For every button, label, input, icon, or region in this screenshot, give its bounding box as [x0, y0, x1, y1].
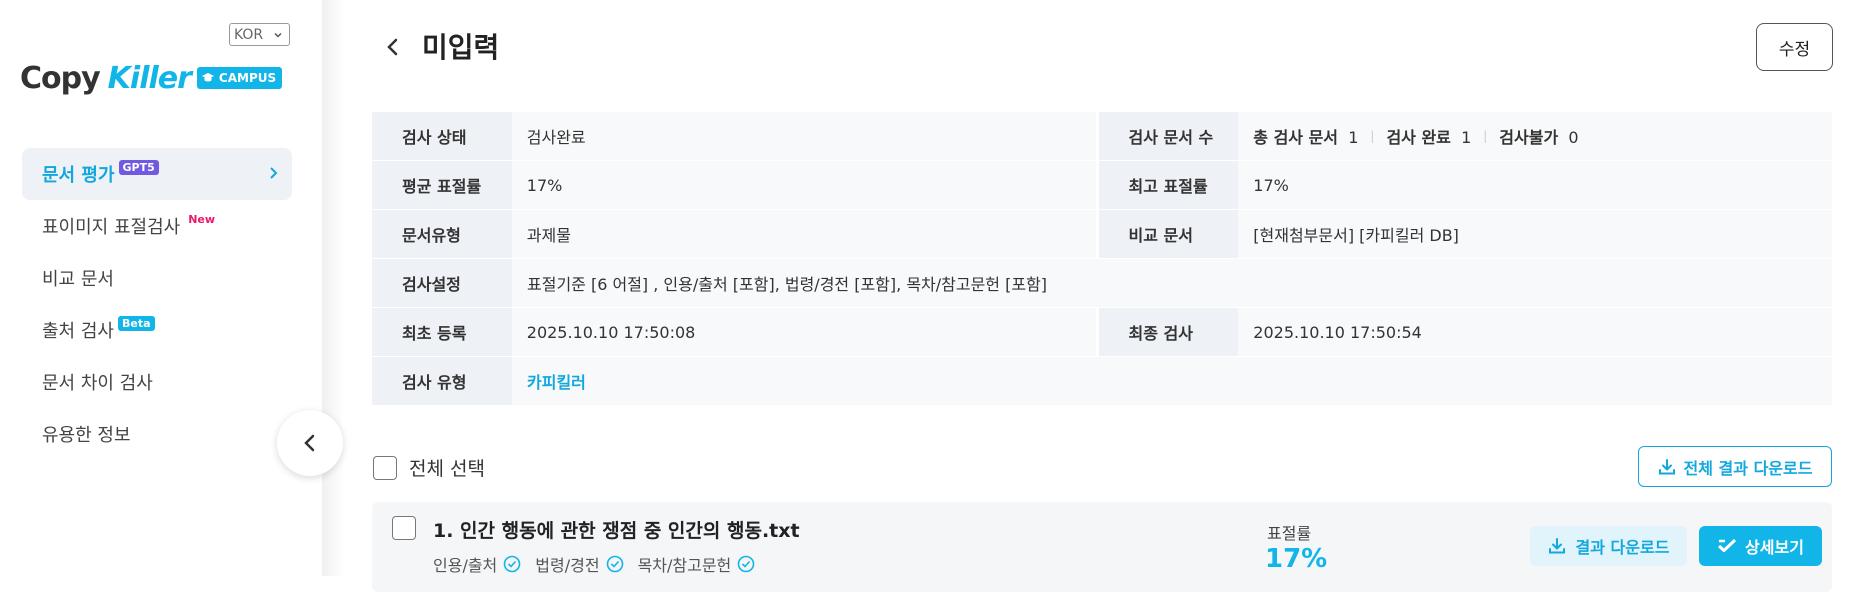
sidebar-item-document-evaluation[interactable]: 문서 평가 GPT5: [22, 148, 292, 200]
language-value: KOR: [234, 26, 264, 43]
doc-count-value: 총 검사 문서 1 | 검사 완료 1 | 검사불가 0: [1238, 112, 1833, 160]
language-select[interactable]: KOR: [229, 23, 290, 46]
check-info-table: 검사 상태 검사완료 검사 문서 수 총 검사 문서 1 | 검사 완료 1 |…: [372, 112, 1833, 406]
compare-docs-value: [현재첨부문서] [카피킬러 DB]: [1238, 210, 1833, 258]
back-button[interactable]: [378, 32, 408, 62]
status-label: 검사 상태: [372, 112, 512, 160]
sidebar-item-document-diff[interactable]: 문서 차이 검사: [22, 356, 292, 408]
check-type-label: 검사 유형: [372, 357, 512, 405]
sidebar: KOR Copy Killer CAMPUS 문서 평가 GPT5 표이미지 표…: [0, 0, 322, 576]
doc-type-value: 과제물: [511, 210, 1096, 258]
sidebar-item-label: 비교 문서: [42, 269, 114, 290]
info-row: 검사 상태 검사완료 검사 문서 수 총 검사 문서 1 | 검사 완료 1 |…: [372, 112, 1833, 161]
select-all-control[interactable]: 전체 선택: [373, 454, 485, 481]
info-row: 검사 유형 카피킬러: [372, 357, 1832, 406]
edit-button[interactable]: 수정: [1756, 23, 1833, 71]
new-badge: New: [188, 212, 216, 226]
first-registered-value: 2025.10.10 17:50:08: [511, 308, 1096, 356]
select-all-label: 전체 선택: [409, 458, 485, 480]
checkmark-icon: [1718, 538, 1737, 552]
check-type-value: 카피킬러: [512, 357, 1832, 405]
status-value: 검사완료: [511, 112, 1096, 160]
check-circle-icon: [737, 555, 755, 573]
logo-campus-badge: CAMPUS: [196, 67, 283, 89]
last-checked-value: 2025.10.10 17:50:54: [1238, 308, 1833, 356]
plagiarism-rate-label: 표절률: [1267, 524, 1312, 543]
last-checked-label: 최종 검사: [1098, 308, 1239, 356]
info-row: 평균 표절률 17% 최고 표절률 17%: [372, 161, 1833, 210]
download-all-label: 전체 결과 다운로드: [1683, 458, 1813, 478]
compare-docs-label: 비교 문서: [1098, 210, 1239, 258]
chevron-down-icon: [273, 28, 283, 44]
collapse-sidebar-button[interactable]: [277, 410, 343, 476]
view-details-label: 상세보기: [1745, 538, 1804, 557]
page-title: 미입력: [422, 31, 500, 64]
sidebar-nav: 문서 평가 GPT5 표이미지 표절검사 New 비교 문서 출처 검사 Bet…: [22, 148, 292, 460]
graduation-cap-icon: [201, 73, 214, 82]
document-tags: 인용/출처 법령/경전 목차/참고문헌: [433, 552, 755, 576]
download-result-label: 결과 다운로드: [1575, 538, 1670, 557]
sidebar-item-table-image-check[interactable]: 표이미지 표절검사 New: [22, 200, 292, 252]
failed-docs-label: 검사불가: [1499, 128, 1559, 147]
sidebar-item-label: 문서 평가: [42, 165, 115, 186]
check-circle-icon: [606, 555, 623, 573]
info-row: 문서유형 과제물 비교 문서 [현재첨부문서] [카피킬러 DB]: [372, 210, 1833, 259]
document-title[interactable]: 1. 인간 행동에 관한 쟁점 중 인간의 행동.txt: [433, 516, 800, 543]
beta-badge: Beta: [117, 315, 155, 331]
avg-rate-label: 평균 표절률: [372, 161, 512, 209]
copykiller-logo[interactable]: Copy Killer CAMPUS: [20, 58, 283, 98]
tag-law: 법령/경전: [535, 552, 623, 576]
select-all-checkbox[interactable]: [373, 455, 397, 480]
chevron-left-icon: [387, 38, 398, 56]
download-icon: [1658, 458, 1675, 474]
document-card: 1. 인간 행동에 관한 쟁점 중 인간의 행동.txt 인용/출처 법령/경전…: [372, 502, 1832, 592]
logo-killer-text: Killer: [107, 60, 192, 96]
sidebar-divider: [322, 0, 344, 576]
sidebar-item-label: 유용한 정보: [42, 425, 131, 446]
max-rate-label: 최고 표절률: [1098, 161, 1239, 209]
check-settings-value: 표절기준 [6 어절] , 인용/출처 [포함], 법령/경전 [포함], 목차…: [512, 259, 1832, 307]
total-docs-value: 1: [1348, 128, 1359, 147]
first-registered-label: 최초 등록: [372, 308, 512, 356]
completed-docs-label: 검사 완료: [1386, 128, 1451, 147]
download-icon: [1548, 538, 1565, 554]
info-row: 최초 등록 2025.10.10 17:50:08 최종 검사 2025.10.…: [372, 308, 1833, 357]
tag-label: 법령/경전: [535, 556, 600, 575]
avg-rate-value: 17%: [511, 161, 1096, 209]
sidebar-item-label: 출처 검사: [42, 321, 114, 342]
tag-references: 목차/참고문헌: [638, 552, 756, 576]
document-checkbox[interactable]: [392, 516, 416, 540]
sidebar-item-label: 표이미지 표절검사: [42, 217, 181, 238]
check-settings-label: 검사설정: [372, 259, 512, 307]
failed-docs-value: 0: [1568, 128, 1579, 147]
sidebar-item-label: 문서 차이 검사: [42, 373, 153, 394]
check-circle-icon: [503, 555, 521, 573]
download-all-results-button[interactable]: 전체 결과 다운로드: [1638, 446, 1832, 487]
doc-count-label: 검사 문서 수: [1098, 112, 1239, 160]
gpt5-badge: GPT5: [118, 159, 159, 175]
total-docs-label: 총 검사 문서: [1253, 128, 1339, 147]
sidebar-item-compare-documents[interactable]: 비교 문서: [22, 252, 292, 304]
sidebar-item-source-check[interactable]: 출처 검사 Beta: [22, 304, 292, 356]
max-rate-value: 17%: [1238, 161, 1833, 209]
chevron-left-icon: [304, 434, 315, 452]
info-row: 검사설정 표절기준 [6 어절] , 인용/출처 [포함], 법령/경전 [포함…: [372, 259, 1832, 308]
plagiarism-rate-value: 17%: [1265, 544, 1328, 574]
doc-type-label: 문서유형: [372, 210, 512, 258]
completed-docs-value: 1: [1461, 128, 1472, 147]
download-result-button[interactable]: 결과 다운로드: [1530, 526, 1687, 566]
tag-label: 인용/출처: [433, 556, 498, 575]
view-details-button[interactable]: 상세보기: [1699, 526, 1822, 566]
tag-citation: 인용/출처: [433, 552, 521, 576]
logo-copy-text: Copy: [20, 60, 101, 96]
sidebar-item-useful-info[interactable]: 유용한 정보: [22, 408, 292, 460]
chevron-right-icon: [266, 165, 280, 186]
tag-label: 목차/참고문헌: [637, 556, 732, 575]
logo-campus-text: CAMPUS: [218, 71, 277, 85]
